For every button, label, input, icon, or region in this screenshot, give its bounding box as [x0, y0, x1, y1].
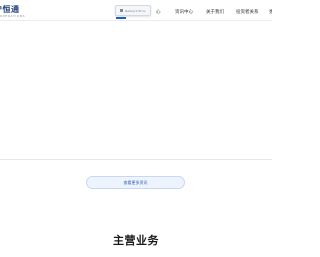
document-icon: [120, 9, 123, 12]
nav-active-indicator: [116, 17, 126, 19]
page: 宁恒通 OPERATIONS 1 心 资讯中心 关于我们 投资者关系 更 Net…: [0, 0, 272, 257]
view-more-news-button[interactable]: 查看更多资讯: [86, 176, 185, 189]
view-more-news-label: 查看更多资讯: [123, 179, 148, 185]
nav-item-center[interactable]: 心: [156, 9, 161, 15]
nav-item-investors[interactable]: 投资者关系: [236, 9, 259, 15]
header: 宁恒通 OPERATIONS 1 心 资讯中心 关于我们 投资者关系 更 Net…: [0, 0, 272, 21]
logo-subtitle: OPERATIONS: [0, 14, 26, 18]
network-error-tooltip: Network Error: [115, 5, 151, 16]
tooltip-text: Network Error: [125, 8, 146, 13]
divider: [0, 159, 272, 160]
section-title: 主营业务: [113, 234, 159, 247]
nav-item-more[interactable]: 更: [269, 9, 272, 15]
hero-banner: [0, 21, 272, 159]
nav-item-news[interactable]: 资讯中心: [175, 9, 193, 15]
nav-item-about[interactable]: 关于我们: [206, 9, 224, 15]
